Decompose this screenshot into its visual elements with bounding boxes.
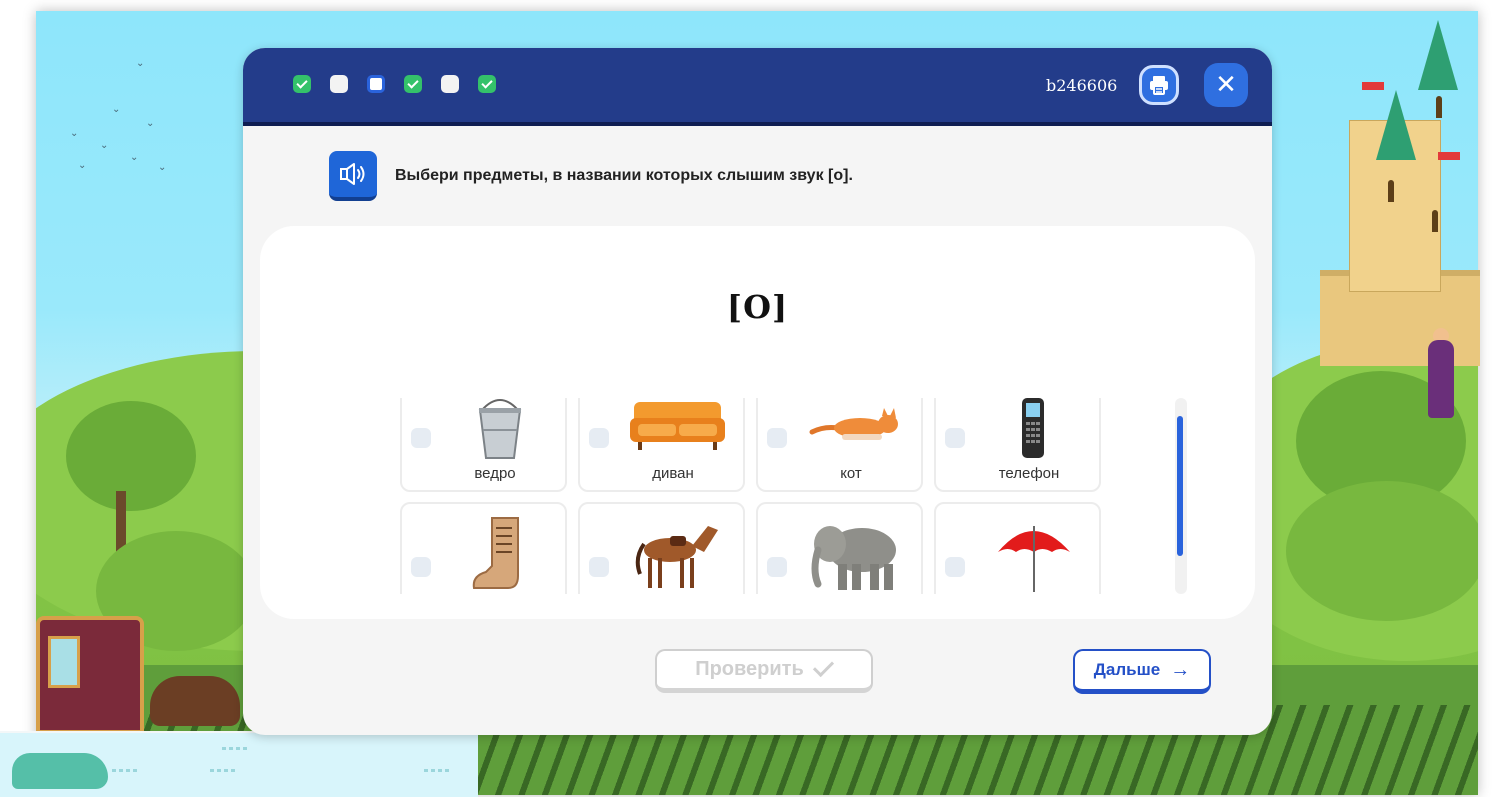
bird-icon: ⌄	[146, 118, 155, 129]
check-button-label: Проверить	[695, 658, 804, 680]
decorative-dash	[222, 747, 248, 750]
check-button[interactable]: Проверить	[655, 649, 873, 693]
castle-window	[1432, 210, 1438, 232]
progress-step-4[interactable]	[404, 75, 422, 93]
instruction: Выбери предметы, в названии которых слыш…	[329, 151, 853, 201]
bird-icon: ⌄	[100, 140, 109, 151]
progress-step-3[interactable]	[367, 75, 385, 93]
printer-icon	[1150, 76, 1168, 95]
progress-indicator	[293, 75, 496, 93]
castle-window	[1436, 96, 1442, 118]
progress-step-1[interactable]	[293, 75, 311, 93]
next-button[interactable]: Дальше →	[1073, 649, 1211, 694]
exercise-card: [О] ведро диван кот телефон	[260, 226, 1255, 619]
horse	[150, 676, 240, 726]
option-checkbox[interactable]	[767, 557, 787, 577]
checkmark-icon	[812, 655, 834, 678]
decorative-dash	[112, 769, 138, 772]
option-card[interactable]	[400, 502, 567, 594]
bird-icon: ⌄	[78, 160, 87, 171]
option-card[interactable]: ведро	[400, 398, 567, 492]
tree	[1286, 481, 1478, 621]
option-checkbox[interactable]	[589, 557, 609, 577]
next-button-label: Дальше	[1093, 660, 1161, 679]
option-label: кот	[840, 465, 862, 482]
bird-icon: ⌄	[112, 104, 121, 115]
progress-step-6[interactable]	[478, 75, 496, 93]
decorative-dash	[210, 769, 236, 772]
cat-icon	[809, 408, 898, 440]
decorative-blob	[12, 753, 108, 789]
scrollbar[interactable]	[1175, 398, 1187, 594]
herald	[1428, 340, 1454, 418]
option-checkbox[interactable]	[411, 557, 431, 577]
bird-icon: ⌄	[130, 152, 139, 163]
option-card[interactable]	[934, 502, 1101, 594]
target-sound: [О]	[726, 288, 789, 326]
modal-header: b246606 ✕	[243, 48, 1272, 126]
instruction-text: Выбери предметы, в названии которых слыш…	[395, 167, 853, 184]
flag	[1362, 82, 1384, 90]
castle-spire	[1418, 20, 1458, 90]
close-icon: ✕	[1215, 70, 1237, 100]
umbrella-icon	[998, 526, 1070, 592]
castle-spire	[1376, 90, 1416, 160]
option-label: ведро	[474, 465, 516, 482]
sofa-icon	[630, 402, 725, 450]
carriage-window	[48, 636, 80, 688]
flag	[1438, 152, 1460, 160]
bird-icon: ⌄	[158, 162, 167, 173]
option-checkbox[interactable]	[411, 428, 431, 448]
print-button[interactable]	[1139, 65, 1179, 105]
option-checkbox[interactable]	[767, 428, 787, 448]
progress-step-2[interactable]	[330, 75, 348, 93]
background-overlay-panel	[0, 731, 478, 797]
bird-icon: ⌄	[136, 58, 145, 69]
exercise-modal: b246606 ✕ Выбери предметы, в названии ко…	[243, 48, 1272, 735]
horse-icon	[635, 526, 718, 588]
arrow-right-icon: →	[1170, 658, 1191, 681]
option-label: диван	[652, 465, 694, 482]
option-card[interactable]: телефон	[934, 398, 1101, 492]
option-card[interactable]	[578, 502, 745, 594]
boot-icon	[472, 517, 519, 589]
decorative-dash	[424, 769, 450, 772]
option-checkbox[interactable]	[589, 428, 609, 448]
speaker-icon	[340, 163, 365, 185]
close-button[interactable]: ✕	[1204, 63, 1248, 107]
option-card[interactable]: диван	[578, 398, 745, 492]
task-id: b246606	[1046, 76, 1118, 95]
progress-step-5[interactable]	[441, 75, 459, 93]
play-sound-button[interactable]	[329, 151, 377, 201]
scrollbar-thumb[interactable]	[1177, 416, 1183, 556]
option-card[interactable]: кот	[756, 398, 923, 492]
elephant-icon	[811, 526, 896, 590]
options-grid: ведро диван кот телефон	[400, 398, 1101, 594]
option-checkbox[interactable]	[945, 557, 965, 577]
castle-window	[1388, 180, 1394, 202]
option-card[interactable]	[756, 502, 923, 594]
phone-icon	[1022, 398, 1044, 458]
tree	[66, 401, 196, 511]
bird-icon: ⌄	[70, 128, 79, 139]
option-label: телефон	[998, 465, 1060, 482]
bucket-icon	[478, 399, 522, 459]
option-checkbox[interactable]	[945, 428, 965, 448]
options-scroll-area[interactable]: ведро диван кот телефон	[400, 398, 1110, 594]
